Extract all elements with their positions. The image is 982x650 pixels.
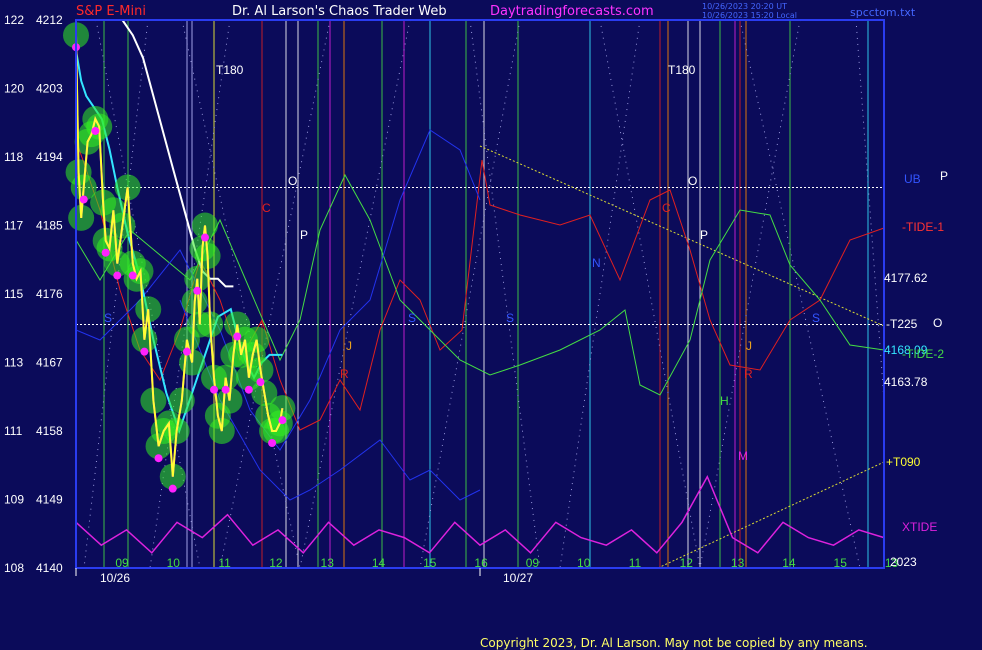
price-marker-dot — [113, 271, 122, 280]
right-side-label: -TIDE-1 — [902, 220, 944, 234]
right-side-label: -TIDE-2 — [902, 347, 944, 361]
title-center: Dr. Al Larson's Chaos Trader Web — [232, 4, 447, 19]
x-axis-date-label: 10/26 — [100, 571, 130, 585]
timestamp-ut: 10/26/2023 20:20 UT — [702, 2, 787, 11]
y-axis-price-label: 4149 — [36, 493, 63, 507]
x-axis-hour-label: 10 — [577, 556, 591, 570]
x-axis-hour-label: 09 — [115, 556, 129, 570]
cycle-annotation: S — [104, 311, 112, 325]
x-axis-hour-label: 15 — [423, 556, 437, 570]
y-axis-scale-label: 113 — [4, 356, 23, 370]
y-axis-price-label: 4140 — [36, 561, 63, 575]
right-side-label: +T090 — [886, 455, 921, 469]
x-axis-hour-label: 09 — [526, 556, 540, 570]
x-axis-hour-label: 12 — [269, 556, 283, 570]
price-marker-dot — [182, 347, 191, 356]
cycle-annotation: O — [688, 174, 697, 188]
x-axis-date-label: 10/27 — [503, 571, 533, 585]
title-left: S&P E-Mini — [76, 4, 146, 19]
y-axis-price-label: 4158 — [36, 424, 63, 438]
y-axis-scale-label: 117 — [4, 219, 23, 233]
cycle-annotation: J — [746, 339, 752, 353]
right-side-label: O — [933, 316, 942, 330]
data-filename: spcctom.txt — [850, 6, 916, 19]
y-axis-price-label: 4185 — [36, 219, 63, 233]
x-axis-hour-label: 16 — [474, 556, 488, 570]
price-marker-dot — [140, 347, 149, 356]
y-axis-scale-label: 109 — [4, 493, 24, 507]
title-right: Daytradingforecasts.com — [490, 4, 654, 19]
x-axis-hour-label: 12 — [680, 556, 694, 570]
price-marker-dot — [128, 271, 137, 280]
cycle-annotation: M — [738, 449, 748, 463]
cycle-annotation: S — [408, 311, 416, 325]
right-side-label: 4177.62 — [884, 271, 928, 285]
price-marker-dot — [168, 484, 177, 493]
cycle-annotation: T180 — [216, 63, 244, 77]
timestamp-local: 10/26/2023 15:20 Local — [702, 11, 797, 20]
x-axis-hour-label: 11 — [218, 556, 231, 570]
x-axis-hour-label: 11 — [629, 556, 642, 570]
y-axis-scale-label: 118 — [4, 150, 23, 164]
copyright-notice: Copyright 2023, Dr. Al Larson. May not b… — [480, 636, 868, 650]
y-axis-price-label: 4212 — [36, 13, 63, 27]
cycle-annotation: S — [812, 311, 820, 325]
cycle-annotation: T180 — [668, 63, 696, 77]
cycle-annotation: O — [288, 174, 297, 188]
price-marker-dot — [193, 286, 202, 295]
price-marker-dot — [210, 385, 219, 394]
price-marker-dot — [268, 439, 277, 447]
right-side-label: P — [940, 169, 948, 183]
cycle-annotation: P — [700, 228, 708, 242]
price-marker-dot — [278, 416, 287, 425]
y-axis-scale-label: 111 — [4, 424, 23, 438]
price-marker-dot — [79, 195, 88, 204]
right-side-label: -T225 — [886, 317, 918, 331]
price-marker-dot — [201, 233, 209, 242]
y-axis-price-label: 4203 — [36, 82, 63, 96]
cycle-annotation: C — [662, 201, 671, 215]
right-side-label: 2023 — [890, 555, 917, 569]
y-axis-price-label: 4194 — [36, 150, 63, 164]
x-axis-hour-label: 14 — [782, 556, 796, 570]
price-marker-dot — [256, 378, 265, 387]
x-axis-hour-label: 13 — [321, 556, 335, 570]
cycle-annotation: H — [720, 394, 729, 408]
x-axis-hour-label: 10 — [167, 556, 181, 570]
y-axis-price-label: 4167 — [36, 356, 63, 370]
x-axis-hour-label: 15 — [834, 556, 848, 570]
cycle-annotation: J — [346, 339, 352, 353]
y-axis-scale-label: 120 — [4, 82, 24, 96]
cycle-annotation: S — [506, 311, 514, 325]
price-marker-dot — [221, 385, 230, 394]
price-marker-dot — [101, 248, 110, 257]
chart-svg: 122 4212 120 4203 118 4194 117 4185 115 4176 113 41… — [0, 0, 982, 650]
cycle-annotation: C — [262, 201, 271, 215]
price-marker-dot — [233, 332, 242, 341]
right-side-label: UB — [904, 172, 921, 186]
price-marker-dot — [244, 385, 253, 394]
cycle-annotation: R — [744, 367, 753, 381]
price-marker-dot — [154, 454, 163, 463]
x-axis-hour-label: 14 — [372, 556, 386, 570]
chart-background — [0, 0, 982, 650]
y-axis-scale-label: 115 — [4, 287, 23, 301]
cycle-annotation: R — [340, 367, 349, 381]
y-axis-scale-label: 108 — [4, 561, 24, 575]
y-axis-scale-label: 122 — [4, 13, 24, 27]
x-axis-hour-label: 13 — [731, 556, 745, 570]
y-axis-price-label: 4176 — [36, 287, 63, 301]
cycle-annotation: N — [592, 256, 601, 270]
price-marker-dot — [91, 126, 100, 135]
right-side-label: 4163.78 — [884, 375, 928, 389]
cycle-annotation: P — [300, 228, 308, 242]
right-side-label: XTIDE — [902, 520, 937, 534]
